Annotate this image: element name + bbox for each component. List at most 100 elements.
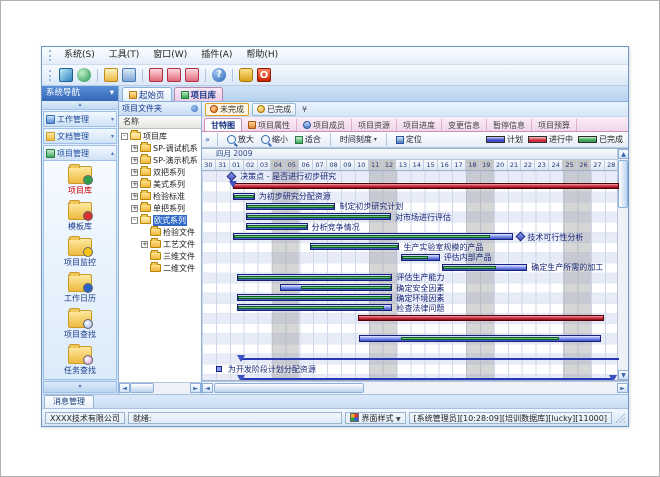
sidebar-group-0[interactable]: 工作管理▾ [43,111,117,127]
sidebar-item-3[interactable]: 工作日历 [64,274,96,304]
tab-project-members[interactable]: 项目成员 [297,119,352,131]
summary-line[interactable] [241,378,614,380]
tree-hscrollbar[interactable]: ◄ ► [119,382,201,394]
expander-plus-icon[interactable]: + [131,193,138,200]
resize-grip[interactable] [615,413,625,423]
tab-change-info[interactable]: 变更信息 [442,119,487,131]
tab-pause-info[interactable]: 暂停信息 [487,119,532,131]
scroll-right-icon[interactable]: ► [190,383,201,393]
task-bar[interactable] [310,243,399,250]
milestone-diamond[interactable] [516,232,526,242]
sidebar-item-4[interactable]: 项目查找 [64,310,96,340]
globe-icon[interactable] [77,68,91,82]
tab-project-resources[interactable]: 项目资源 [352,119,397,131]
task-bar[interactable] [442,264,527,271]
sidebar-collapse-strip[interactable]: ▴ [42,101,118,110]
tree-node[interactable]: 二维文件 [119,262,201,274]
tree-node[interactable]: +美式系列 [119,178,201,190]
stop-icon[interactable]: O [257,68,271,82]
complete-filter-button[interactable]: 已完成 [252,103,296,116]
tree-hscroll-thumb[interactable] [130,383,154,393]
locate-button[interactable]: 定位 [394,134,424,145]
pin-icon[interactable] [191,105,198,112]
gantt-hscrollbar[interactable]: ◄ ► [202,381,628,394]
task-bar[interactable] [246,203,335,210]
tree-node[interactable]: +检验标准 [119,190,201,202]
expander-plus-icon[interactable]: + [131,145,138,152]
task-bar[interactable] [233,193,255,200]
tab-gantt[interactable]: 甘特图 [204,118,242,131]
sidebar-item-1[interactable]: 模板库 [68,202,92,232]
tab-project-progress[interactable]: 项目进度 [397,119,442,131]
tree-node[interactable]: +双把系列 [119,166,201,178]
tree-node[interactable]: +SP-调试机系 [119,142,201,154]
timescale-button[interactable]: 时间刻度▾ [338,134,379,145]
tree-node[interactable]: +SP-演示机系 [119,154,201,166]
chart-window-icon[interactable] [122,68,136,82]
chevron-up-icon[interactable]: ▴ [111,150,114,157]
scroll-down-icon[interactable]: ▼ [618,370,628,380]
task-bar[interactable] [233,233,514,240]
gantt-hscroll-thumb[interactable] [214,383,364,393]
tree-node[interactable]: 三维文件 [119,250,201,262]
expander-plus-icon[interactable]: + [131,169,138,176]
task-bar[interactable] [280,284,393,291]
task-bar[interactable] [237,294,393,301]
tree-node[interactable]: -欧式系列 [119,214,201,226]
computer-icon[interactable] [59,68,73,82]
menu-help[interactable]: 帮助(H) [239,47,285,64]
folder-window-icon[interactable] [104,68,118,82]
ui-style-button[interactable]: 界面样式 ▼ [345,412,405,424]
tab-project-library[interactable]: 项目库 [174,87,224,101]
sidebar-group-1[interactable]: 文档管理▾ [43,128,117,144]
report-icon[interactable] [185,68,199,82]
zoom-in-button[interactable]: 放大 [225,134,256,145]
scroll-left-icon[interactable]: ◄ [119,383,130,393]
task-bar[interactable] [401,254,440,261]
expander-plus-icon[interactable]: + [131,157,138,164]
menu-plugins[interactable]: 插件(A) [194,47,239,64]
sidebar-item-2[interactable]: 项目监控 [64,238,96,268]
milestone-diamond[interactable] [227,171,237,181]
tree-node[interactable]: +单把系列 [119,202,201,214]
chevron-down-icon[interactable]: ▾ [111,116,114,123]
sidebar-item-5[interactable]: 任务查找 [64,346,96,376]
gantt-vscroll-thumb[interactable] [618,160,628,208]
zoom-out-button[interactable]: 缩小 [259,134,290,145]
tree-node[interactable]: 检验文件 [119,226,201,238]
expander-minus-icon[interactable]: - [131,217,138,224]
expander-plus-icon[interactable]: + [141,241,148,248]
toolbar-overflow-icon[interactable]: » [205,135,210,144]
menu-tools[interactable]: 工具(T) [102,47,147,64]
sidebar-item-0[interactable]: 项目库 [68,166,92,196]
filter-extra-button[interactable]: ¥ [299,105,310,114]
tab-message-management[interactable]: 消息管理 [44,395,94,408]
summary-bar[interactable] [233,183,619,189]
task-bar[interactable] [237,274,393,281]
schedule-icon[interactable] [167,68,181,82]
task-bar[interactable] [246,213,391,220]
tree-node[interactable]: -项目库 [119,130,201,142]
menu-system[interactable]: 系统(S) [57,47,102,64]
scroll-left-icon[interactable]: ◄ [202,383,213,393]
tab-project-properties[interactable]: 项目属性 [242,119,297,131]
task-bar[interactable] [359,335,601,342]
chevron-down-icon[interactable]: ▾ [111,133,114,140]
help-icon[interactable]: ? [212,68,226,82]
task-bar[interactable] [237,304,393,311]
tab-project-budget[interactable]: 项目预算 [532,119,577,131]
lock-icon[interactable] [239,68,253,82]
task-bar[interactable] [246,223,307,230]
sidebar-group-2[interactable]: 项目管理▴ [43,145,117,161]
mail-icon[interactable] [149,68,163,82]
fit-button[interactable]: 适合 [293,134,323,145]
tree-node[interactable]: +工艺文件 [119,238,201,250]
incomplete-filter-button[interactable]: 未完成 [205,103,249,116]
scroll-right-icon[interactable]: ► [617,383,628,393]
scroll-up-icon[interactable]: ▲ [618,149,628,159]
summary-line[interactable] [241,358,619,360]
expander-minus-icon[interactable]: - [121,133,128,140]
expander-plus-icon[interactable]: + [131,205,138,212]
note-square[interactable] [216,366,222,372]
summary-bar[interactable] [358,315,604,321]
